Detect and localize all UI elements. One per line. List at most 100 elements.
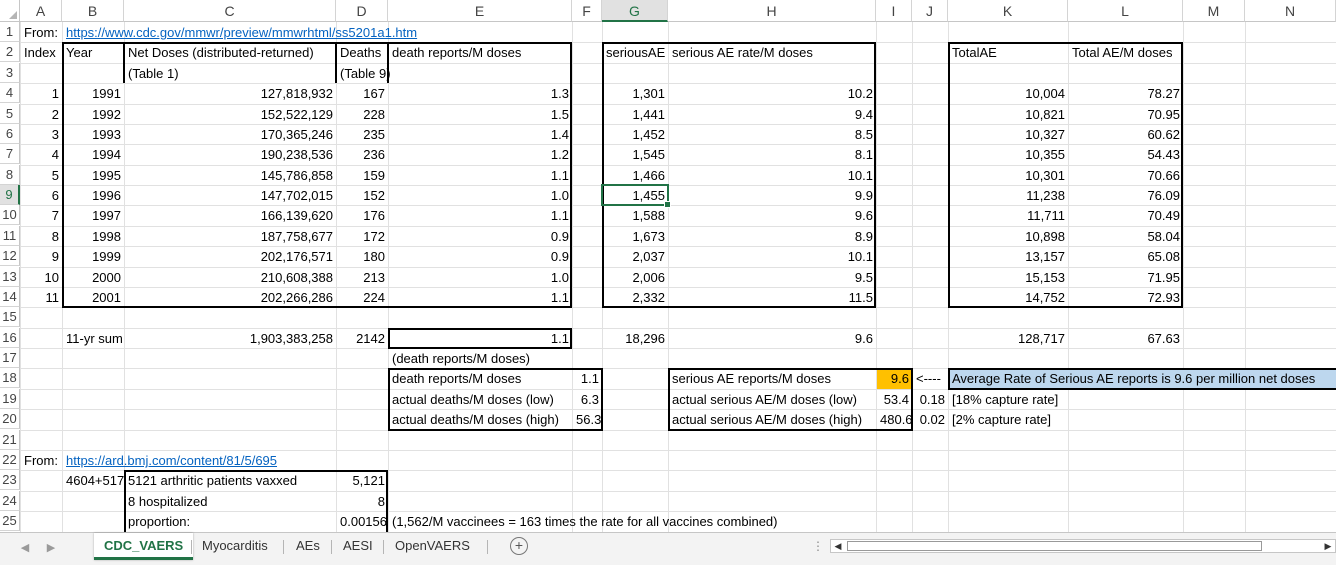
column-header-m[interactable]: M bbox=[1183, 0, 1245, 22]
column-header-l[interactable]: L bbox=[1068, 0, 1183, 22]
table-cell-death-rate: 1.1 bbox=[550, 168, 569, 183]
row-header-7[interactable]: 7 bbox=[0, 144, 20, 164]
row-header-6[interactable]: 6 bbox=[0, 124, 20, 144]
header-total-ae: TotalAE bbox=[952, 45, 997, 60]
table-cell-year: 2001 bbox=[92, 290, 121, 305]
serious-box-value: 9.6 bbox=[877, 369, 912, 389]
row-header-5[interactable]: 5 bbox=[0, 104, 20, 124]
table-cell-total-ae: 10,821 bbox=[1025, 107, 1065, 122]
table-cell-doses: 210,608,388 bbox=[260, 270, 333, 285]
row-header-25[interactable]: 25 bbox=[0, 511, 20, 531]
table-cell-deaths: 235 bbox=[363, 127, 385, 142]
bmj-source-link[interactable]: https://ard.bmj.com/content/81/5/695 bbox=[63, 451, 363, 471]
scrollbar-thumb[interactable] bbox=[847, 541, 1262, 551]
bmj-from-label: From: bbox=[24, 453, 58, 468]
column-header-d[interactable]: D bbox=[336, 0, 388, 22]
bmj-proportion-note: (1,562/M vaccinees = 163 times the rate … bbox=[392, 514, 778, 529]
spreadsheet-grid[interactable]: A B C D E F G H I J K L M N 1 2 3 4 5 6 7 8 9 10 11 12 13 14 15 16 17 1… bbox=[0, 0, 1336, 532]
capture-rate-note: [2% capture rate] bbox=[952, 412, 1051, 427]
column-header-e[interactable]: E bbox=[388, 0, 572, 22]
row-header-15[interactable]: 15 bbox=[0, 307, 20, 327]
sum-total-ae: 128,717 bbox=[1018, 331, 1065, 346]
header-net-doses: Net Doses (distributed-returned) bbox=[128, 45, 314, 60]
row-header-1[interactable]: 1 bbox=[0, 22, 20, 42]
row-header-23[interactable]: 23 bbox=[0, 470, 20, 490]
tab-cdc-vaers[interactable]: CDC_VAERS bbox=[94, 533, 194, 560]
row-header-11[interactable]: 11 bbox=[0, 226, 20, 246]
column-header-c[interactable]: C bbox=[124, 0, 336, 22]
table-cell-year: 1992 bbox=[92, 107, 121, 122]
table-cell-deaths: 224 bbox=[363, 290, 385, 305]
scroll-right-icon[interactable]: ▶ bbox=[1322, 540, 1334, 552]
row-header-18[interactable]: 18 bbox=[0, 368, 20, 388]
column-header-a[interactable]: A bbox=[20, 0, 62, 22]
horizontal-scrollbar[interactable]: ◀ ▶ bbox=[830, 539, 1336, 553]
cdc-source-link[interactable]: https://www.cdc.gov/mmwr/preview/mmwrhtm… bbox=[63, 23, 483, 43]
table-cell-total-ae: 11,238 bbox=[1026, 188, 1065, 203]
table-cell-serious-rate: 8.9 bbox=[854, 229, 873, 244]
tab-aes[interactable]: AEs bbox=[286, 533, 330, 560]
table-cell-serious-ae: 1,588 bbox=[632, 208, 665, 223]
column-header-j[interactable]: J bbox=[912, 0, 948, 22]
header-serious-rate: serious AE rate/M doses bbox=[672, 45, 813, 60]
row-header-14[interactable]: 14 bbox=[0, 287, 20, 307]
column-header-k[interactable]: K bbox=[948, 0, 1068, 22]
table-cell-serious-ae: 1,673 bbox=[632, 229, 665, 244]
table-cell-serious-ae: 1,545 bbox=[632, 147, 665, 162]
row-header-3[interactable]: 3 bbox=[0, 63, 20, 83]
row-header-4[interactable]: 4 bbox=[0, 83, 20, 103]
row-header-19[interactable]: 19 bbox=[0, 389, 20, 409]
row-header-20[interactable]: 20 bbox=[0, 409, 20, 429]
row-header-8[interactable]: 8 bbox=[0, 165, 20, 185]
capture-fraction: 0.02 bbox=[919, 412, 945, 427]
table-cell-serious-rate: 9.9 bbox=[854, 188, 873, 203]
row-header-12[interactable]: 12 bbox=[0, 246, 20, 266]
sum-total-rate: 67.63 bbox=[1147, 331, 1180, 346]
table-cell-total-rate: 54.43 bbox=[1147, 147, 1180, 162]
column-header-b[interactable]: B bbox=[62, 0, 124, 22]
row-header-10[interactable]: 10 bbox=[0, 205, 20, 225]
select-all-corner[interactable] bbox=[0, 0, 20, 22]
row-header-16[interactable]: 16 bbox=[0, 328, 20, 348]
column-header-f[interactable]: F bbox=[572, 0, 602, 22]
tab-aesi[interactable]: AESI bbox=[333, 533, 383, 560]
table-cell-serious-rate: 11.5 bbox=[848, 290, 873, 305]
table-cell-year: 2000 bbox=[92, 270, 121, 285]
table-cell-doses: 147,702,015 bbox=[260, 188, 333, 203]
row-header-2[interactable]: 2 bbox=[0, 42, 20, 62]
table-cell-deaths: 167 bbox=[363, 86, 385, 101]
death-box-label: death reports/M doses bbox=[392, 371, 522, 386]
column-header-n[interactable]: N bbox=[1245, 0, 1336, 22]
column-header-g[interactable]: G bbox=[602, 0, 668, 22]
row-header-22[interactable]: 22 bbox=[0, 450, 20, 470]
table-cell-total-ae: 10,898 bbox=[1025, 229, 1065, 244]
table-cell-deaths: 180 bbox=[363, 249, 385, 264]
serious-ae-callout: Average Rate of Serious AE reports is 9.… bbox=[949, 369, 1336, 389]
table-cell-serious-ae: 1,441 bbox=[632, 107, 665, 122]
table-cell-total-rate: 70.95 bbox=[1147, 107, 1180, 122]
bmj-hospitalized-label: 8 hospitalized bbox=[128, 494, 208, 509]
row-header-21[interactable]: 21 bbox=[0, 430, 20, 450]
add-sheet-icon[interactable]: + bbox=[510, 537, 528, 555]
serious-box-value: 480.6 bbox=[880, 412, 913, 427]
row-header-13[interactable]: 13 bbox=[0, 267, 20, 287]
row-header-9[interactable]: 9 bbox=[0, 185, 20, 205]
tab-split-handle[interactable]: ⋮ bbox=[812, 539, 824, 553]
header-death-rate: death reports/M doses bbox=[392, 45, 522, 60]
next-sheet-icon[interactable]: ▶ bbox=[44, 541, 58, 555]
tab-myocarditis[interactable]: Myocarditis bbox=[192, 533, 278, 560]
row-header-24[interactable]: 24 bbox=[0, 491, 20, 511]
row-header-17[interactable]: 17 bbox=[0, 348, 20, 368]
table-cell-death-rate: 0.9 bbox=[550, 229, 569, 244]
sum-serious-rate: 9.6 bbox=[854, 331, 873, 346]
table-cell-deaths: 213 bbox=[363, 270, 385, 285]
column-header-h[interactable]: H bbox=[668, 0, 876, 22]
scroll-left-icon[interactable]: ◀ bbox=[832, 540, 844, 552]
column-header-i[interactable]: I bbox=[876, 0, 912, 22]
header-serious-ae: seriousAE bbox=[606, 45, 666, 60]
tab-openvaers[interactable]: OpenVAERS bbox=[385, 533, 480, 560]
capture-fraction: 0.18 bbox=[919, 392, 945, 407]
prev-sheet-icon[interactable]: ◀ bbox=[18, 541, 32, 555]
header-net-doses-sub: (Table 1) bbox=[128, 66, 179, 81]
table-cell-doses: 127,818,932 bbox=[260, 86, 333, 101]
